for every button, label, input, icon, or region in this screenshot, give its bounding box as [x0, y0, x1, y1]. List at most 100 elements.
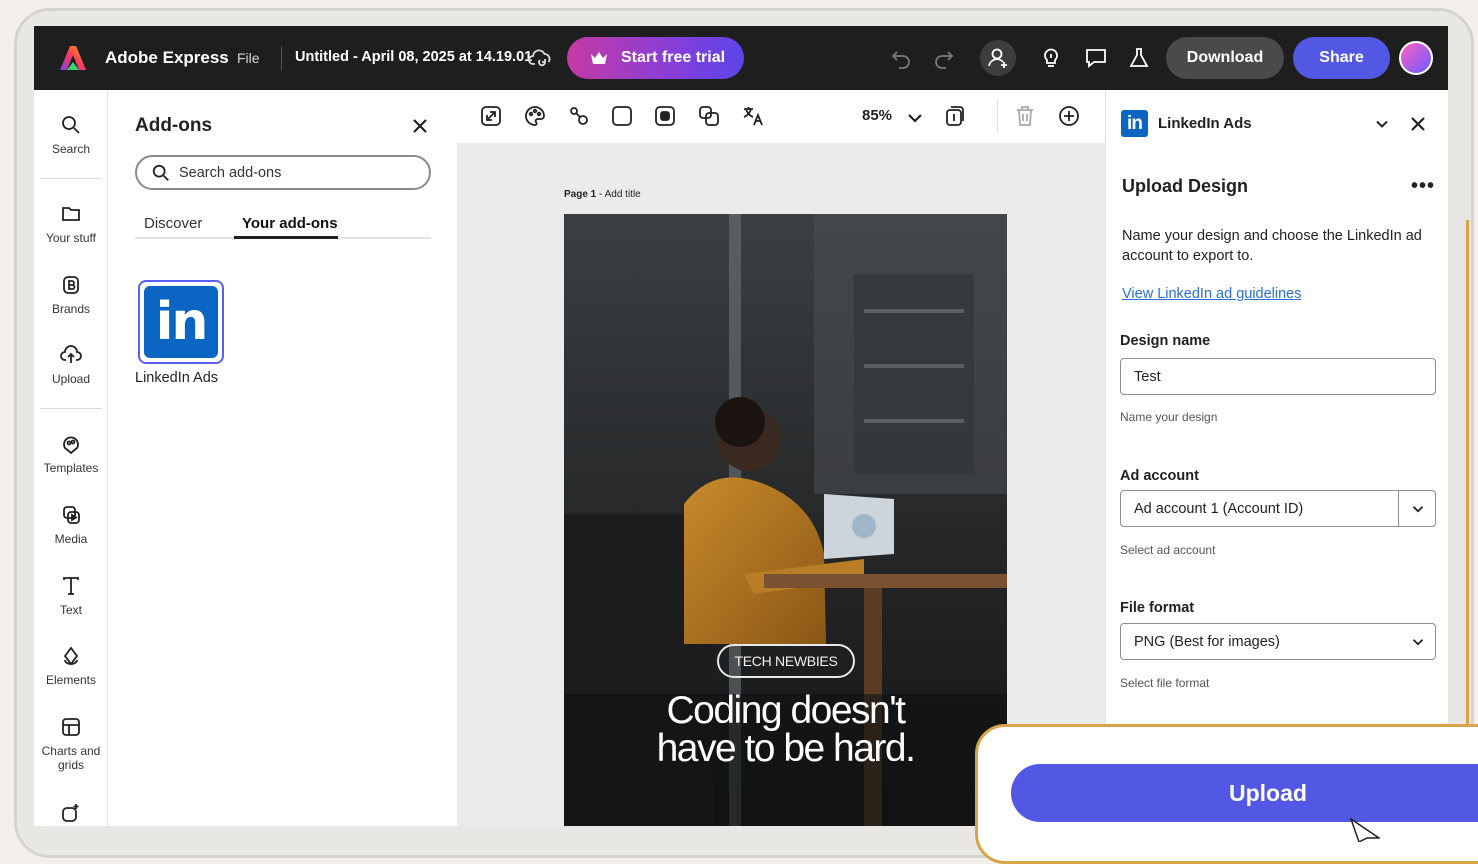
rail-label: Text	[59, 603, 82, 617]
document-title[interactable]: Untitled - April 08, 2025 at 14.19.01	[295, 49, 532, 65]
media-icon	[63, 506, 80, 524]
divider	[281, 46, 282, 70]
canvas-toolbar: 85%	[457, 90, 1105, 143]
undo-icon[interactable]	[889, 46, 913, 70]
start-free-trial-button[interactable]: Start free trial	[567, 37, 744, 79]
rail-item-brands[interactable]: Brands	[34, 274, 108, 316]
add-person-icon	[988, 48, 1007, 68]
rail-item-search[interactable]: Search	[34, 114, 108, 156]
ad-account-help: Select ad account	[1120, 543, 1216, 557]
add-page-icon[interactable]	[1057, 104, 1081, 128]
upload-label: Upload	[1229, 779, 1307, 806]
duplicate-media-icon[interactable]	[697, 104, 721, 128]
redo-icon[interactable]	[932, 46, 956, 70]
chevron-down-icon	[1412, 506, 1424, 513]
tab-discover[interactable]: Discover	[144, 215, 202, 232]
search-icon	[152, 164, 169, 181]
mouse-cursor-icon	[1350, 818, 1380, 842]
design-name-label: Design name	[1120, 333, 1211, 349]
addon-tile-linkedin-ads[interactable]: in	[138, 280, 224, 364]
close-icon[interactable]	[410, 116, 430, 136]
left-rail: Search Your stuff Brands Upload Template…	[34, 90, 108, 826]
rail-divider	[40, 178, 102, 179]
download-button[interactable]: Download	[1166, 37, 1284, 79]
file-format-select[interactable]: PNG (Best for images)	[1120, 623, 1436, 660]
toolbar-divider	[997, 100, 998, 132]
trash-icon[interactable]	[1013, 104, 1037, 128]
chevron-down-icon[interactable]	[903, 106, 927, 130]
lightbulb-icon[interactable]	[1039, 46, 1063, 70]
invite-collaborator-button[interactable]	[980, 40, 1016, 76]
rail-item-more[interactable]	[34, 802, 108, 826]
rail-item-upload[interactable]: Upload	[34, 344, 108, 386]
folder-icon	[62, 207, 80, 221]
rail-item-templates[interactable]: Templates	[34, 433, 108, 475]
upload-icon	[60, 345, 82, 363]
file-format-label: File format	[1120, 600, 1195, 616]
poster-tag-badge[interactable]: TECH NEWBIES	[717, 644, 855, 678]
callout-edge-highlight	[1466, 220, 1469, 730]
file-format-help: Select file format	[1120, 676, 1210, 690]
rail-divider	[40, 408, 102, 409]
rail-item-your-stuff[interactable]: Your stuff	[34, 203, 108, 245]
addons-panel: Add-ons Search add-ons Discover Your add…	[108, 90, 457, 826]
shape-icon[interactable]	[610, 104, 634, 128]
rail-label: Your stuff	[45, 231, 97, 245]
rail-item-media[interactable]: Media	[34, 504, 108, 546]
linkedin-logo-icon: in	[1121, 110, 1148, 137]
design-poster[interactable]: TECH NEWBIES Coding doesn't have to be h…	[564, 214, 1007, 826]
tab-active-indicator	[234, 236, 338, 239]
resize-icon[interactable]	[479, 104, 503, 128]
trial-label: Start free trial	[621, 49, 726, 66]
templates-icon	[63, 436, 79, 455]
crown-icon	[591, 52, 607, 64]
design-name-help: Name your design	[1120, 410, 1218, 424]
app-brand: Adobe Express	[105, 48, 229, 67]
design-name-field[interactable]: Test	[1120, 358, 1436, 395]
zoom-level[interactable]: 85%	[862, 107, 892, 124]
cloud-sync-icon[interactable]	[528, 46, 554, 70]
guidelines-link[interactable]: View LinkedIn ad guidelines	[1122, 286, 1302, 302]
user-avatar[interactable]	[1399, 41, 1433, 75]
rail-label: Upload	[51, 372, 91, 386]
palette-icon[interactable]	[523, 104, 547, 128]
chevron-down-icon[interactable]	[1372, 114, 1392, 134]
search-addons-input[interactable]: Search add-ons	[135, 155, 431, 190]
labs-flask-icon[interactable]	[1127, 46, 1151, 70]
poster-headline-line-1: Coding doesn't	[666, 689, 906, 732]
close-icon[interactable]	[1408, 114, 1428, 134]
poster-headline[interactable]: Coding doesn't have to be hard.	[564, 689, 1007, 768]
ad-account-select[interactable]: Ad account 1 (Account ID)	[1120, 490, 1436, 527]
top-bar: Adobe Express File Untitled - April 08, …	[34, 26, 1448, 90]
elements-icon	[63, 646, 79, 666]
rail-item-charts-and-grids[interactable]: Charts and grids	[34, 716, 108, 772]
sparkle-image-icon	[62, 804, 79, 822]
file-format-value: PNG (Best for images)	[1134, 633, 1280, 650]
file-menu[interactable]: File	[237, 50, 260, 66]
addons-title: Add-ons	[135, 115, 213, 136]
rail-label: Search	[51, 142, 91, 156]
pages-icon[interactable]	[943, 104, 967, 128]
translate-icon[interactable]	[741, 104, 765, 128]
select-divider	[1398, 491, 1399, 526]
linkedin-logo-icon: in	[144, 286, 218, 358]
upload-button[interactable]: Upload	[1011, 764, 1478, 822]
panel-heading: Upload Design	[1122, 176, 1249, 196]
chevron-down-icon	[1412, 639, 1424, 646]
canvas-area: 85% Page 1 - Add title TECH NEWBIES Codi…	[457, 90, 1105, 826]
animate-icon[interactable]	[567, 104, 591, 128]
remove-background-icon[interactable]	[653, 104, 677, 128]
rail-item-elements[interactable]: Elements	[34, 645, 108, 687]
comment-icon[interactable]	[1084, 46, 1108, 70]
app-window: Adobe Express File Untitled - April 08, …	[34, 26, 1448, 826]
brand-icon	[63, 276, 79, 294]
share-button[interactable]: Share	[1293, 37, 1390, 79]
tab-your-addons[interactable]: Your add-ons	[242, 215, 338, 232]
design-name-value: Test	[1134, 368, 1161, 385]
page-label[interactable]: Page 1 - Add title	[564, 189, 641, 200]
rail-label: Brands	[51, 302, 91, 316]
rail-label: Elements	[45, 673, 97, 687]
rail-item-text[interactable]: Text	[34, 575, 108, 617]
adobe-express-logo-icon[interactable]	[58, 43, 88, 73]
more-options-icon[interactable]: •••	[1411, 175, 1435, 198]
